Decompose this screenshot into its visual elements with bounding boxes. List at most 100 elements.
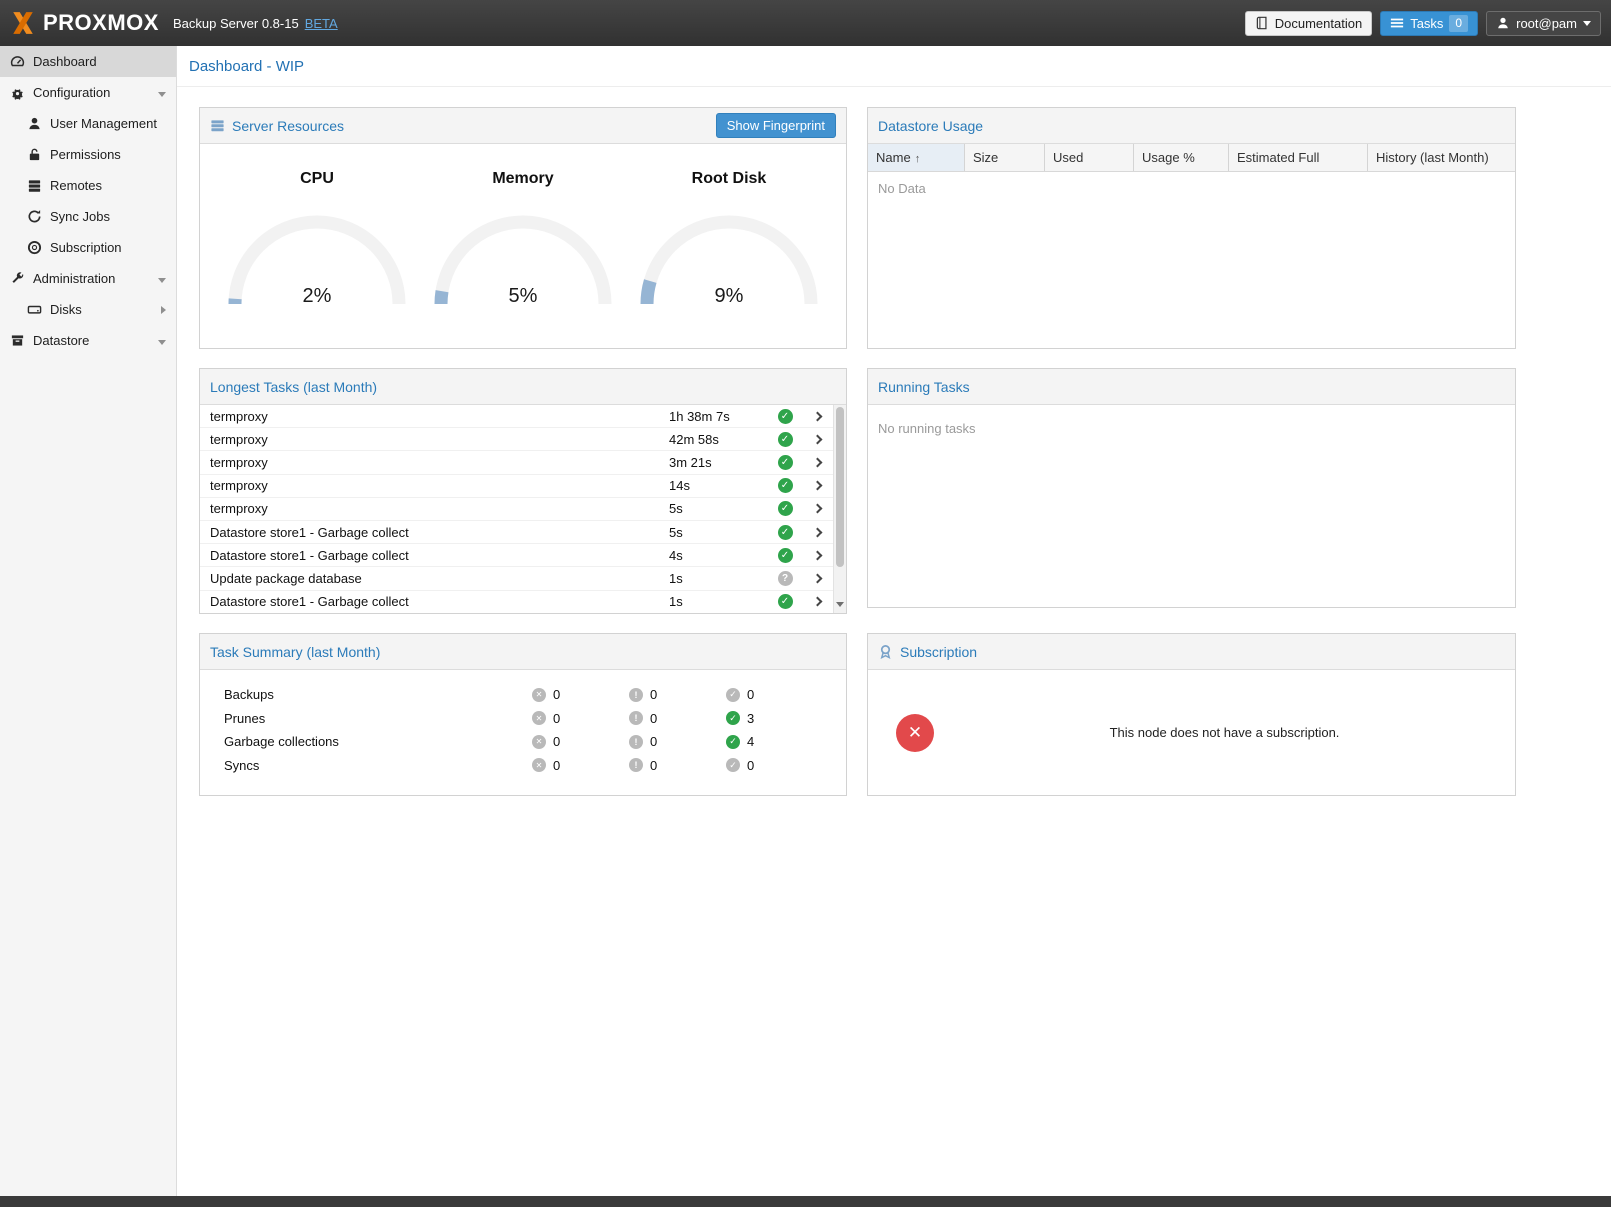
task-summary-panel: Task Summary (last Month) Backups 0 0 0 … bbox=[199, 633, 847, 796]
task-duration: 3m 21s bbox=[669, 455, 769, 470]
task-duration: 1h 38m 7s bbox=[669, 409, 769, 424]
sidebar-label: Administration bbox=[33, 271, 115, 286]
task-row[interactable]: termproxy 3m 21s bbox=[200, 451, 833, 474]
ribbon-icon bbox=[878, 644, 893, 659]
sidebar-item-configuration[interactable]: Configuration bbox=[0, 77, 176, 108]
sidebar-label: Subscription bbox=[50, 240, 122, 255]
subscription-panel: Subscription This node does not have a s… bbox=[867, 633, 1516, 796]
task-duration: 1s bbox=[669, 571, 769, 586]
column-header-usage-pct[interactable]: Usage % bbox=[1134, 144, 1229, 171]
warning-icon bbox=[629, 711, 643, 725]
chevron-right-icon[interactable] bbox=[801, 459, 833, 466]
gauge-value: 2% bbox=[303, 285, 332, 307]
server-resources-icon bbox=[210, 118, 225, 133]
chevron-right-icon[interactable] bbox=[801, 505, 833, 512]
chevron-right-icon[interactable] bbox=[801, 529, 833, 536]
sidebar-label: Dashboard bbox=[33, 54, 97, 69]
sidebar-label: Sync Jobs bbox=[50, 209, 110, 224]
documentation-button[interactable]: Documentation bbox=[1245, 11, 1372, 36]
sidebar-item-subscription[interactable]: Subscription bbox=[0, 232, 176, 263]
task-row[interactable]: Datastore store1 - Garbage collect 5s bbox=[200, 521, 833, 544]
sidebar-item-disks[interactable]: Disks bbox=[0, 294, 176, 325]
collapse-caret-icon[interactable] bbox=[158, 271, 166, 286]
tasks-button[interactable]: Tasks 0 bbox=[1380, 11, 1478, 36]
sidebar-item-remotes[interactable]: Remotes bbox=[0, 170, 176, 201]
user-menu-button[interactable]: root@pam bbox=[1486, 11, 1601, 36]
task-name: termproxy bbox=[200, 478, 669, 493]
column-header-name[interactable]: Name bbox=[868, 144, 965, 171]
task-row[interactable]: termproxy 42m 58s bbox=[200, 428, 833, 451]
column-header-size[interactable]: Size bbox=[965, 144, 1045, 171]
column-header-estimated-full[interactable]: Estimated Full bbox=[1229, 144, 1368, 171]
column-header-used[interactable]: Used bbox=[1045, 144, 1134, 171]
sidebar-label: Configuration bbox=[33, 85, 110, 100]
summary-row: Garbage collections 0 0 4 bbox=[200, 730, 846, 754]
error-count: 0 bbox=[553, 734, 560, 749]
warning-count: 0 bbox=[650, 687, 657, 702]
task-row[interactable]: Datastore store1 - Garbage collect 1s bbox=[200, 591, 833, 614]
gauge-label: Memory bbox=[428, 170, 618, 188]
task-row[interactable]: termproxy 1h 38m 7s bbox=[200, 405, 833, 428]
summary-row: Prunes 0 0 3 bbox=[200, 707, 846, 731]
tasks-label: Tasks bbox=[1410, 16, 1443, 31]
task-status-icon bbox=[778, 594, 793, 609]
sidebar-item-sync-jobs[interactable]: Sync Jobs bbox=[0, 201, 176, 232]
sidebar-item-datastore[interactable]: Datastore bbox=[0, 325, 176, 356]
sidebar-label: Remotes bbox=[50, 178, 102, 193]
sidebar-item-user-management[interactable]: User Management bbox=[0, 108, 176, 139]
chevron-right-icon[interactable] bbox=[801, 482, 833, 489]
task-name: Update package database bbox=[200, 571, 669, 586]
empty-text: No Data bbox=[868, 172, 1515, 205]
sidebar-item-permissions[interactable]: Permissions bbox=[0, 139, 176, 170]
chevron-right-icon[interactable] bbox=[801, 575, 833, 582]
task-status-icon bbox=[778, 455, 793, 470]
panel-title: Task Summary (last Month) bbox=[210, 644, 380, 660]
expand-caret-icon[interactable] bbox=[161, 302, 166, 317]
task-name: Datastore store1 - Garbage collect bbox=[200, 548, 669, 563]
task-status-icon bbox=[778, 548, 793, 563]
user-label: root@pam bbox=[1516, 16, 1577, 31]
bottom-strip bbox=[0, 1196, 1611, 1207]
scrollbar-thumb[interactable] bbox=[836, 407, 844, 567]
scrollbar[interactable] bbox=[833, 405, 846, 613]
task-duration: 1s bbox=[669, 594, 769, 609]
task-row[interactable]: Datastore store1 - Garbage collect 4s bbox=[200, 544, 833, 567]
resource-gauges: CPU 2% Memory 5 bbox=[200, 144, 846, 310]
beta-link[interactable]: BETA bbox=[305, 16, 338, 31]
user-icon bbox=[1496, 16, 1510, 30]
summary-label: Prunes bbox=[200, 711, 532, 726]
server-icon bbox=[27, 178, 42, 193]
chevron-right-icon[interactable] bbox=[801, 552, 833, 559]
user-icon bbox=[27, 116, 42, 131]
column-header-history[interactable]: History (last Month) bbox=[1368, 144, 1515, 171]
task-status-icon bbox=[778, 409, 793, 424]
warning-icon bbox=[629, 688, 643, 702]
warning-count: 0 bbox=[650, 734, 657, 749]
show-fingerprint-button[interactable]: Show Fingerprint bbox=[716, 113, 836, 138]
error-icon bbox=[532, 758, 546, 772]
task-row[interactable]: termproxy 14s bbox=[200, 475, 833, 498]
topbar: PROXMOX Backup Server 0.8-15 BETA Docume… bbox=[0, 0, 1611, 46]
chevron-right-icon[interactable] bbox=[801, 436, 833, 443]
cpu-gauge: CPU 2% bbox=[222, 170, 412, 310]
task-status-icon bbox=[778, 571, 793, 586]
task-status-icon bbox=[778, 525, 793, 540]
collapse-caret-icon[interactable] bbox=[158, 85, 166, 100]
task-row[interactable]: Update package database 1s bbox=[200, 567, 833, 590]
error-count: 0 bbox=[553, 687, 560, 702]
task-list-icon bbox=[1390, 16, 1404, 30]
task-row[interactable]: termproxy 5s bbox=[200, 498, 833, 521]
ok-count: 4 bbox=[747, 734, 754, 749]
chevron-right-icon[interactable] bbox=[801, 598, 833, 605]
tasks-count-badge: 0 bbox=[1449, 15, 1468, 32]
scrollbar-down-arrow[interactable] bbox=[834, 594, 846, 612]
collapse-caret-icon[interactable] bbox=[158, 333, 166, 348]
task-duration: 5s bbox=[669, 525, 769, 540]
sidebar-item-dashboard[interactable]: Dashboard bbox=[0, 46, 176, 77]
chevron-right-icon[interactable] bbox=[801, 413, 833, 420]
sidebar-item-administration[interactable]: Administration bbox=[0, 263, 176, 294]
summary-label: Backups bbox=[200, 687, 532, 702]
page-title: Dashboard - WIP bbox=[177, 46, 1611, 87]
panel-title: Datastore Usage bbox=[878, 118, 983, 134]
brand-text: PROXMOX bbox=[43, 10, 159, 36]
